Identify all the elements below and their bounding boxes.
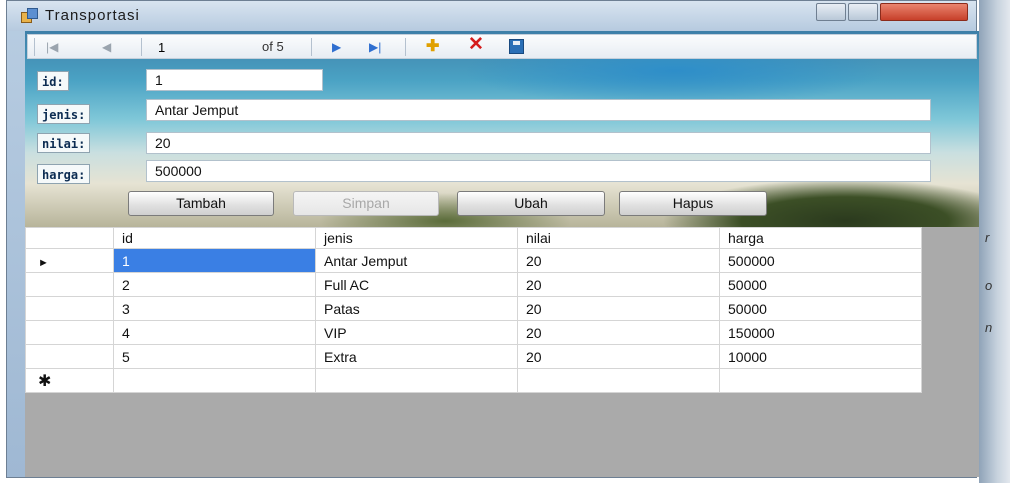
jenis-field[interactable] [146, 99, 931, 121]
add-new-icon[interactable]: ✚ [426, 38, 439, 56]
grid-cell-id[interactable]: 4 [113, 320, 316, 345]
grid-cell-jenis[interactable]: VIP [315, 320, 518, 345]
label-jenis: jenis: [37, 104, 91, 124]
grid-cell-nilai[interactable]: 20 [517, 272, 720, 297]
toolbar-separator [141, 38, 142, 56]
toolbar-separator [405, 38, 406, 56]
label-harga: harga: [37, 164, 91, 184]
grid-cell-id[interactable]: 1 [113, 248, 316, 273]
table-row[interactable]: 4 VIP 20 150000 [25, 320, 922, 345]
record-count-label: of 5 [262, 39, 284, 54]
close-button[interactable] [880, 3, 968, 21]
grid-cell-jenis[interactable]: Patas [315, 296, 518, 321]
row-header[interactable] [25, 320, 114, 345]
binding-navigator: |◀ ◀ of 5 ▶ ▶| ✚ ✕ [27, 34, 977, 59]
grid-cell-jenis[interactable]: Full AC [315, 272, 518, 297]
toolbar-separator [34, 38, 35, 56]
new-row-icon: ✱ [38, 372, 52, 390]
maximize-button[interactable] [848, 3, 878, 21]
grid-cell-id[interactable] [113, 368, 316, 393]
grid-cell-nilai[interactable]: 20 [517, 296, 720, 321]
grid-cell-jenis[interactable]: Antar Jemput [315, 248, 518, 273]
grid-cell-jenis[interactable]: Extra [315, 344, 518, 369]
id-field[interactable] [146, 69, 323, 91]
column-header-id[interactable]: id [113, 227, 316, 249]
position-input[interactable] [155, 38, 257, 56]
hapus-button[interactable]: Hapus [619, 191, 767, 216]
app-window: Transportasi |◀ ◀ of 5 ▶ ▶| ✚ ✕ id: jeni… [6, 0, 981, 478]
grid-cell-harga[interactable] [719, 368, 922, 393]
window-title: Transportasi [45, 7, 140, 24]
grid-cell-nilai[interactable]: 20 [517, 248, 720, 273]
column-header-nilai[interactable]: nilai [517, 227, 720, 249]
nilai-field[interactable] [146, 132, 931, 154]
minimize-button[interactable] [816, 3, 846, 21]
harga-field[interactable] [146, 160, 931, 182]
row-header[interactable] [25, 272, 114, 297]
tambah-button[interactable]: Tambah [128, 191, 274, 216]
ubah-button[interactable]: Ubah [457, 191, 605, 216]
current-row-pointer-icon: ► [38, 256, 49, 269]
background-window-edge [979, 0, 1010, 483]
table-row[interactable]: 5 Extra 20 10000 [25, 344, 922, 369]
form-client-area: |◀ ◀ of 5 ▶ ▶| ✚ ✕ id: jenis: nilai: har… [25, 31, 981, 477]
grid-cell-harga[interactable]: 150000 [719, 320, 922, 345]
move-first-icon[interactable]: |◀ [46, 38, 58, 56]
grid-cell-nilai[interactable]: 20 [517, 320, 720, 345]
row-header[interactable]: ► [25, 248, 114, 273]
background-text-fragment: r [985, 230, 990, 245]
delete-icon[interactable]: ✕ [468, 35, 484, 54]
background-text-fragment: n [985, 320, 993, 335]
column-header-jenis[interactable]: jenis [315, 227, 518, 249]
data-grid: id jenis nilai harga ► 1 Antar Jemput 20… [25, 227, 922, 393]
save-icon[interactable] [509, 39, 524, 54]
simpan-button[interactable]: Simpan [293, 191, 439, 216]
grid-cell-harga[interactable]: 10000 [719, 344, 922, 369]
table-row[interactable]: 2 Full AC 20 50000 [25, 272, 922, 297]
row-header[interactable] [25, 296, 114, 321]
new-row[interactable]: ✱ [25, 368, 922, 393]
grid-cell-id[interactable]: 3 [113, 296, 316, 321]
table-row[interactable]: ► 1 Antar Jemput 20 500000 [25, 248, 922, 273]
row-header[interactable] [25, 344, 114, 369]
grid-cell-jenis[interactable] [315, 368, 518, 393]
grid-header-row: id jenis nilai harga [25, 227, 922, 249]
grid-cell-nilai[interactable] [517, 368, 720, 393]
app-icon [21, 8, 38, 23]
toolbar-separator [311, 38, 312, 56]
move-previous-icon[interactable]: ◀ [102, 38, 111, 56]
title-bar[interactable]: Transportasi [7, 1, 976, 31]
grid-cell-harga[interactable]: 50000 [719, 272, 922, 297]
label-id: id: [37, 71, 69, 91]
grid-cell-nilai[interactable]: 20 [517, 344, 720, 369]
grid-corner-header[interactable] [25, 227, 114, 249]
row-header[interactable]: ✱ [25, 368, 114, 393]
background-text-fragment: o [985, 278, 993, 293]
move-next-icon[interactable]: ▶ [332, 38, 341, 56]
grid-cell-harga[interactable]: 50000 [719, 296, 922, 321]
grid-cell-id[interactable]: 5 [113, 344, 316, 369]
label-nilai: nilai: [37, 133, 91, 153]
grid-cell-harga[interactable]: 500000 [719, 248, 922, 273]
column-header-harga[interactable]: harga [719, 227, 922, 249]
move-last-icon[interactable]: ▶| [369, 38, 381, 56]
data-grid-view: id jenis nilai harga ► 1 Antar Jemput 20… [25, 227, 981, 477]
table-row[interactable]: 3 Patas 20 50000 [25, 296, 922, 321]
grid-cell-id[interactable]: 2 [113, 272, 316, 297]
